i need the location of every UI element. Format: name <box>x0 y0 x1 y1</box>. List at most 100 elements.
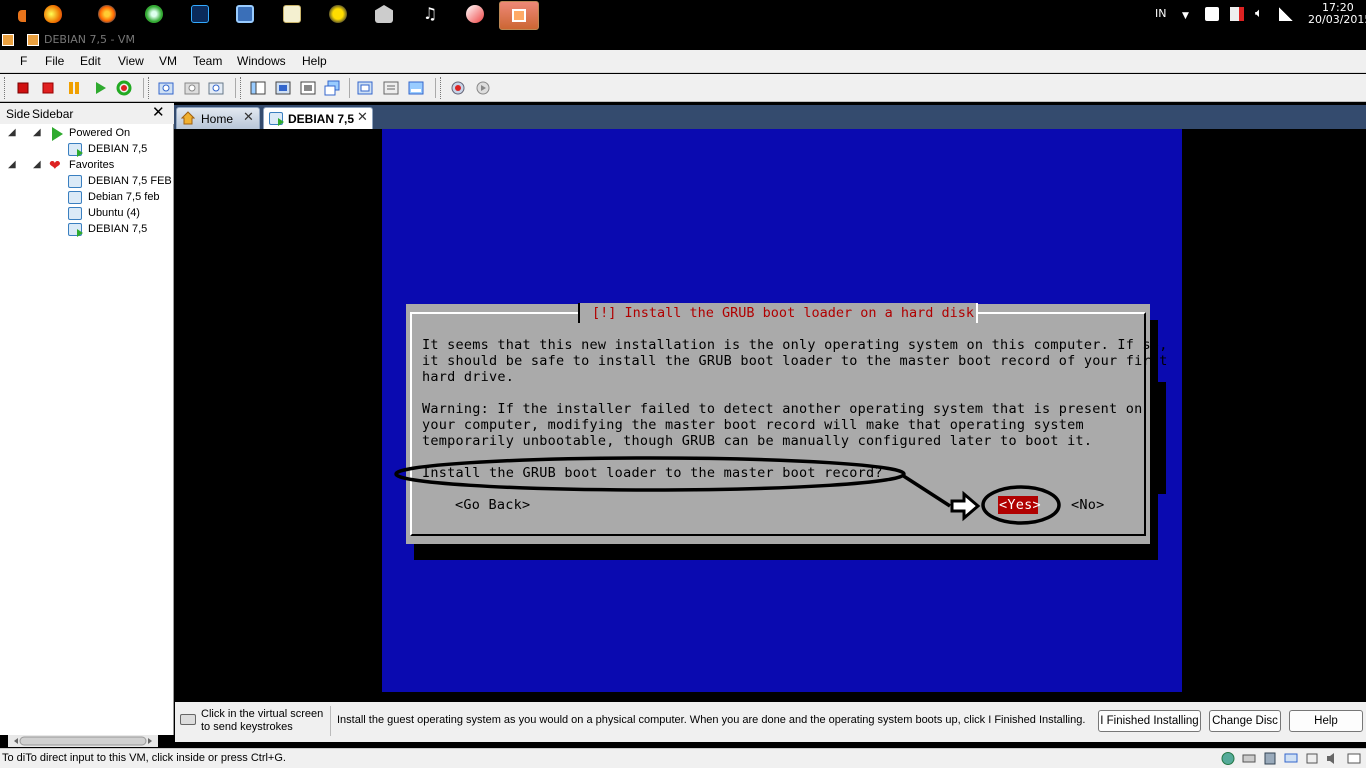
menu-help[interactable]: Help <box>302 54 327 68</box>
power-off-icon[interactable] <box>15 80 31 96</box>
sidebar-title-short: Side <box>6 107 31 121</box>
record-icon[interactable] <box>450 80 466 96</box>
menu-f[interactable]: F <box>20 54 27 68</box>
message-icon[interactable] <box>1347 752 1361 765</box>
volume-icon[interactable]: 🔈︎ <box>1255 7 1269 21</box>
show-sidebar-icon[interactable] <box>250 80 266 96</box>
menu-view[interactable]: View <box>118 54 144 68</box>
menu-edit[interactable]: Edit <box>80 54 101 68</box>
collapse-icon[interactable]: ◢ <box>33 160 43 170</box>
reset-icon[interactable] <box>116 80 132 96</box>
collapse-icon[interactable]: ◢ <box>8 160 18 170</box>
finished-installing-button[interactable]: I Finished Installing <box>1098 710 1201 732</box>
tab-debian-vm[interactable]: DEBIAN 7,5 ✕ <box>263 107 373 129</box>
revert-snapshot-icon[interactable] <box>184 80 200 96</box>
toolbar-grip[interactable] <box>148 77 151 99</box>
go-back-button[interactable]: <Go Back> <box>455 497 530 513</box>
no-button[interactable]: <No> <box>1071 497 1105 513</box>
tree-item-vm[interactable]: DEBIAN 7,5 <box>0 222 174 238</box>
tree-group-favorites[interactable]: ◢ ◢ ❤ Favorites <box>0 158 174 174</box>
sync-icon[interactable] <box>145 5 163 23</box>
hard-disk-icon[interactable] <box>1242 752 1256 765</box>
dialog-text-line: Warning: If the installer failed to dete… <box>422 401 1143 417</box>
toolbar-grip[interactable] <box>240 77 243 99</box>
tree-item-vm[interactable]: Ubuntu (4) <box>0 206 174 222</box>
network-error-icon[interactable] <box>1230 7 1244 21</box>
sidebar-header: Side Sidebar ✕ <box>0 103 174 124</box>
media-icon[interactable] <box>466 5 484 23</box>
apple-icon[interactable] <box>44 5 62 23</box>
globe-icon[interactable] <box>329 5 347 23</box>
summary-view-icon[interactable] <box>383 80 399 96</box>
network-adapter-icon[interactable] <box>1284 752 1298 765</box>
usb-icon[interactable] <box>1305 752 1319 765</box>
snapshot-icon[interactable] <box>158 80 174 96</box>
dialog-shadow <box>1158 382 1166 494</box>
toolbar-grip[interactable] <box>4 77 7 99</box>
sidebar-horizontal-scrollbar[interactable] <box>8 735 158 747</box>
sidebar-close-icon[interactable]: ✕ <box>152 103 165 121</box>
tree-group-label: Powered On <box>69 127 131 139</box>
keyboard-icon <box>180 714 196 725</box>
firefox-icon[interactable] <box>98 5 116 23</box>
help-button[interactable]: Help <box>1289 710 1363 732</box>
console-view-icon[interactable] <box>324 80 340 96</box>
clipboard-icon[interactable] <box>1205 7 1219 21</box>
change-disc-button[interactable]: Change Disc <box>1209 710 1281 732</box>
library-icon[interactable] <box>375 5 393 23</box>
menu-windows[interactable]: Windows <box>237 54 286 68</box>
tray-expand-icon[interactable]: ▼ <box>1182 11 1189 21</box>
toolbar <box>0 74 1366 102</box>
yes-button[interactable]: <Yes> <box>999 497 1041 513</box>
quick-switch-icon[interactable] <box>357 80 373 96</box>
signal-icon[interactable] <box>1279 7 1293 21</box>
tree-item-vm[interactable]: DEBIAN 7,5 FEB <box>0 174 174 190</box>
toolbar-separator <box>143 78 144 98</box>
tree-group-powered-on[interactable]: ◢ ◢ Powered On <box>0 126 174 142</box>
network-globe-icon[interactable] <box>1221 752 1235 765</box>
tab-bar: Home ✕ DEBIAN 7,5 ✕ <box>174 105 1366 129</box>
home-icon <box>181 111 195 125</box>
status-text: To diTo direct input to this VM, click i… <box>2 752 286 764</box>
dialog-text-line: hard drive. <box>422 369 515 385</box>
tab-close-icon[interactable]: ✕ <box>357 110 368 125</box>
music-icon[interactable]: ♫ <box>421 5 439 23</box>
menu-file[interactable]: File <box>45 54 64 68</box>
stop-icon[interactable] <box>40 80 56 96</box>
vm-running-icon <box>68 143 83 157</box>
clock-date[interactable]: 20/03/2015 <box>1308 13 1366 26</box>
menu-team[interactable]: Team <box>193 54 222 68</box>
tree-item-vm[interactable]: Debian 7,5 feb <box>0 190 174 206</box>
photoshop-icon[interactable] <box>191 5 209 23</box>
tab-label: Home <box>201 112 234 126</box>
notepad-icon[interactable] <box>283 5 301 23</box>
tab-close-icon[interactable]: ✕ <box>243 110 254 125</box>
thumbnail-view-icon[interactable] <box>408 80 424 96</box>
vmware-taskbar-button[interactable] <box>499 1 539 30</box>
toolbar-separator <box>435 78 436 98</box>
toolbar-grip[interactable] <box>440 77 443 99</box>
pause-icon[interactable] <box>66 80 82 96</box>
tab-home[interactable]: Home ✕ <box>176 107 260 129</box>
tree-item-label: Debian 7,5 feb <box>88 191 160 203</box>
menubar: F File Edit View VM Team Windows Help <box>0 50 1366 73</box>
collapse-icon[interactable]: ◢ <box>33 128 43 138</box>
replay-icon[interactable] <box>475 80 491 96</box>
snapshot-manager-icon[interactable] <box>208 80 224 96</box>
toolbar-separator <box>235 78 236 98</box>
app-icon-small[interactable] <box>18 10 26 22</box>
unity-icon[interactable] <box>300 80 316 96</box>
collapse-icon[interactable]: ◢ <box>8 128 18 138</box>
sound-icon[interactable] <box>1326 752 1340 765</box>
tree-item-vm[interactable]: DEBIAN 7,5 <box>0 142 174 158</box>
language-indicator[interactable]: IN <box>1155 7 1166 20</box>
tree-item-label: Ubuntu (4) <box>88 207 140 219</box>
menu-vm[interactable]: VM <box>159 54 177 68</box>
floppy-icon[interactable] <box>1263 752 1277 765</box>
dialog-title: [!] Install the GRUB boot loader on a ha… <box>592 305 975 321</box>
toolbar-separator <box>349 78 350 98</box>
fullscreen-icon[interactable] <box>275 80 291 96</box>
virtualbox-icon[interactable] <box>236 5 254 23</box>
sidebar-title: Sidebar <box>32 107 74 121</box>
play-icon[interactable] <box>92 80 108 96</box>
